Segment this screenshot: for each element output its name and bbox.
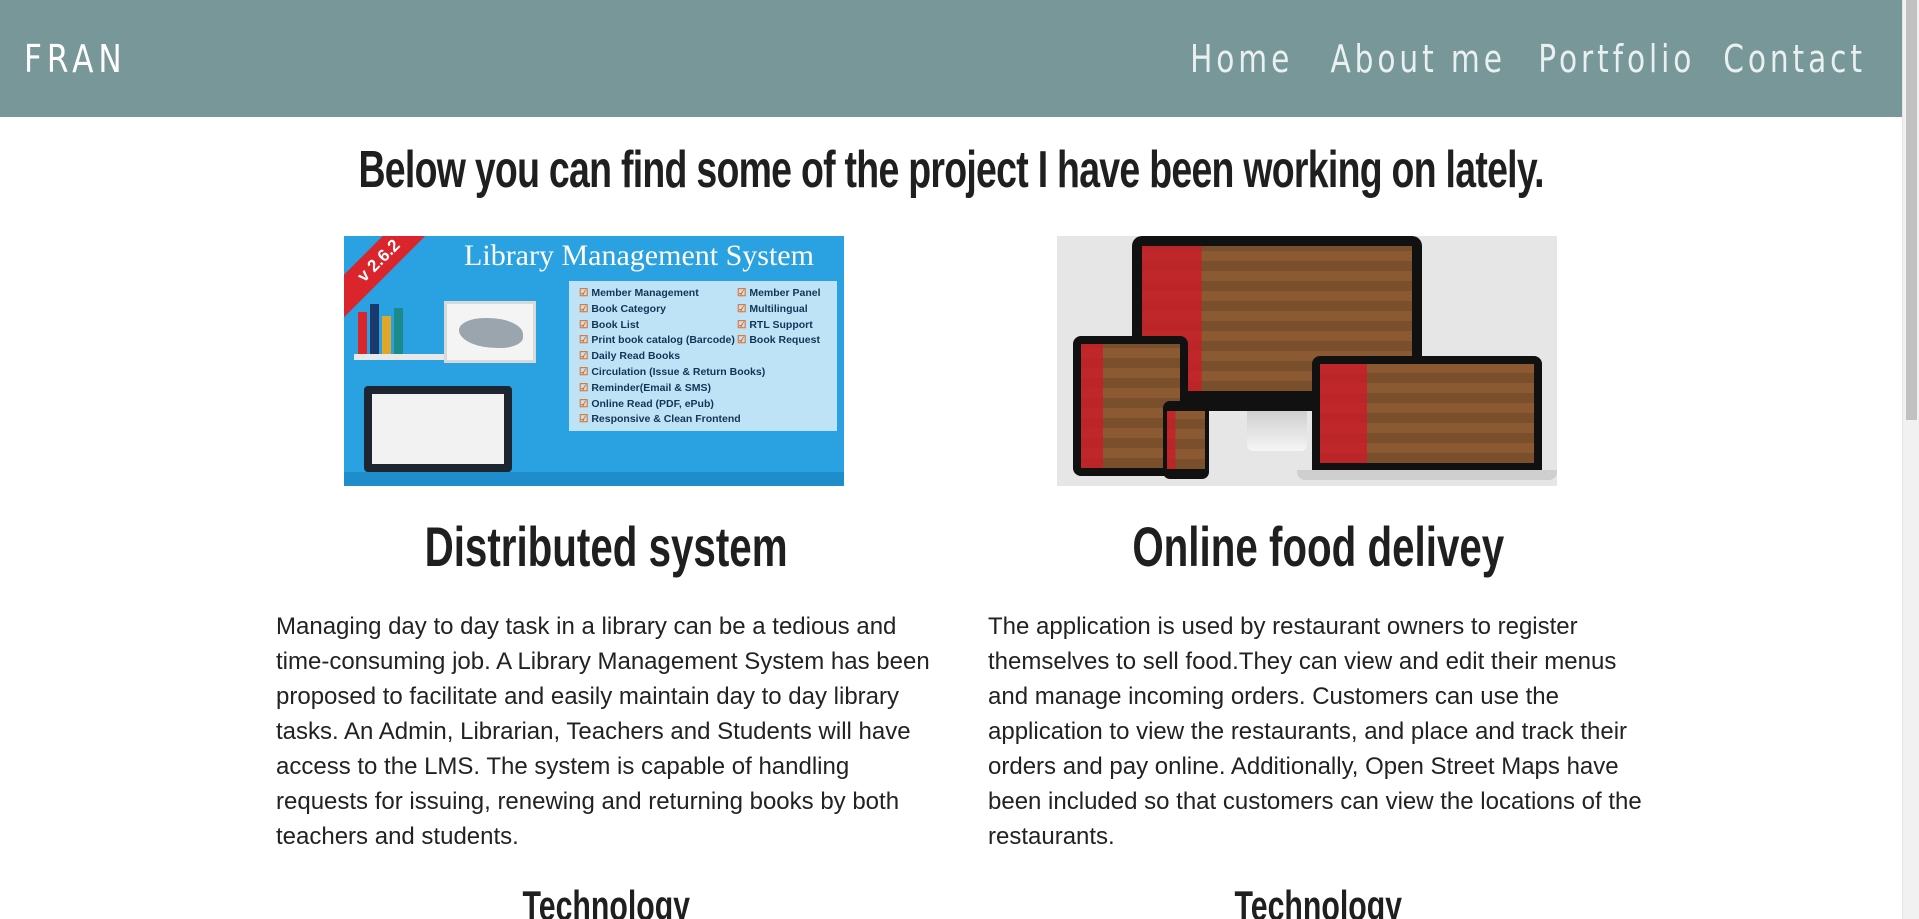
world-map-icon [444, 301, 536, 363]
lms-feature-empty [737, 349, 837, 364]
lms-feature-list: Member Management Member Panel Book Cate… [579, 286, 839, 427]
book-icon [370, 304, 379, 354]
lms-feature-empty [737, 365, 837, 380]
project-card-food-delivery: Online food delivey The application is u… [988, 236, 1648, 919]
lms-feature: Book Request [737, 333, 837, 348]
lms-feature: Reminder(Email & SMS) [579, 381, 737, 396]
project-title: Online food delivey [1132, 515, 1504, 578]
lms-feature: Print book catalog (Barcode) [579, 333, 737, 348]
lms-feature: Multilingual [737, 302, 837, 317]
nav-link-contact[interactable]: Contact [1723, 37, 1866, 81]
lms-feature: Book List [579, 318, 737, 333]
monitor-icon [364, 386, 512, 472]
nav-link-home[interactable]: Home [1190, 37, 1293, 81]
lms-feature-empty [737, 397, 837, 412]
scrollbar-thumb[interactable] [1906, 0, 1917, 420]
lms-feature: RTL Support [737, 318, 837, 333]
lms-feature: Daily Read Books [579, 349, 737, 364]
laptop-mockup-icon [1312, 356, 1542, 471]
project-card-library: Library Management System v 2.6.2 Member… [276, 236, 936, 919]
lms-feature: Responsive & Clean Frontend [579, 412, 740, 427]
phone-mockup-icon [1163, 401, 1209, 479]
brand-logo[interactable]: FRAN [24, 37, 127, 81]
lms-feature-empty [737, 381, 837, 396]
technology-heading: Technology [522, 882, 690, 919]
lms-banner-text: Library Management System [464, 239, 814, 272]
navbar: FRAN Home About me Portfolio Contact [0, 0, 1902, 117]
project-image-library[interactable]: Library Management System v 2.6.2 Member… [344, 236, 844, 486]
lms-feature: Member Management [579, 286, 737, 301]
page: FRAN Home About me Portfolio Contact Bel… [0, 0, 1919, 919]
lms-feature: Circulation (Issue & Return Books) [579, 365, 765, 380]
nav-links: Home About me Portfolio Contact [1190, 37, 1866, 81]
lms-feature: Member Panel [737, 286, 837, 301]
project-description: Managing day to day task in a library ca… [276, 613, 930, 850]
nav-link-about[interactable]: About me [1330, 37, 1505, 81]
book-icon [394, 308, 403, 354]
lms-feature-empty [737, 412, 837, 427]
laptop-base [1297, 470, 1557, 480]
lms-feature: Online Read (PDF, ePub) [579, 397, 737, 412]
book-icon [382, 316, 391, 354]
portfolio-intro-heading: Below you can find some of the project I… [358, 141, 1544, 199]
desk-decoration [344, 472, 844, 486]
project-description: The application is used by restaurant ow… [988, 613, 1642, 850]
vertical-scrollbar[interactable] [1902, 0, 1919, 919]
technology-heading: Technology [1234, 882, 1402, 919]
project-title: Distributed system [424, 515, 788, 578]
book-icon [358, 312, 367, 354]
bookshelf-icon [354, 354, 444, 360]
desktop-stand [1247, 411, 1307, 451]
lms-feature: Book Category [579, 302, 737, 317]
nav-link-portfolio[interactable]: Portfolio [1538, 37, 1695, 81]
project-image-food-delivery[interactable] [1057, 236, 1557, 486]
